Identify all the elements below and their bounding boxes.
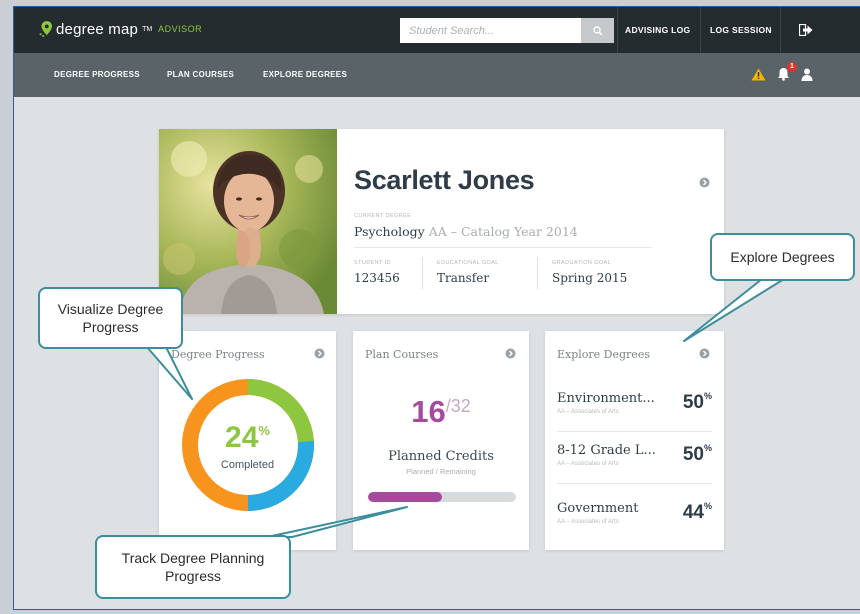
callout-explore-degrees: Explore Degrees — [710, 233, 855, 281]
callout-pointer-explore — [683, 278, 785, 342]
callout-pointer-track — [266, 506, 408, 538]
callout-track-degree-planning: Track Degree Planning Progress — [95, 535, 291, 599]
app-frame: degree map TM ADVISOR ADVISING LOG LOG S… — [13, 6, 860, 610]
callout-pointer-visualize — [146, 346, 193, 400]
callout-visualize-degree-progress: Visualize Degree Progress — [38, 287, 183, 349]
